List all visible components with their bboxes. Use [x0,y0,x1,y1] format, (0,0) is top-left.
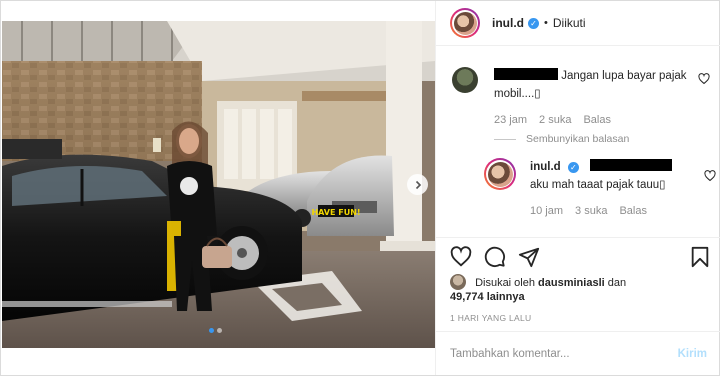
redacted-mention [590,159,673,171]
author-avatar[interactable] [450,8,480,38]
likes-conj: dan [607,277,627,289]
reply-reply-button[interactable]: Balas [619,202,647,220]
commenter-avatar[interactable] [452,67,478,93]
hide-replies-button[interactable]: Sembunyikan balasan [494,133,629,145]
plate-text: HAVE FUN! [311,208,360,217]
heart-icon[interactable] [698,73,710,85]
heart-icon[interactable] [450,246,472,268]
verified-icon: ✓ [528,17,539,29]
chevron-right-icon [415,180,421,189]
post-comment-button[interactable]: Kirim [678,348,707,360]
liker-username[interactable]: dausminiasli [538,277,605,289]
reply-time[interactable]: 10 jam [530,202,563,220]
reply-likes[interactable]: 3 suka [575,202,607,220]
heart-icon[interactable] [704,170,716,182]
carousel-indicator [209,328,222,333]
reply-avatar[interactable] [484,158,516,190]
comment-time[interactable]: 23 jam [494,111,527,129]
post-photo[interactable]: HAVE FUN! [2,21,435,348]
comment-likes[interactable]: 2 suka [539,111,571,129]
liker-avatar[interactable] [450,274,466,290]
comment-reply-button[interactable]: Balas [583,111,611,129]
photo-scene: HAVE FUN! [2,21,435,348]
redacted-username [494,68,558,80]
verified-icon: ✓ [567,162,579,173]
share-icon[interactable] [518,246,540,268]
reply-text: aku mah taaat pajak tauu▯ [530,179,666,191]
likes-summary: Disukai oleh dausminiasli dan 49,774 lai… [450,274,710,304]
separator: • [544,17,548,29]
comment-icon[interactable] [484,246,506,268]
post-timestamp[interactable]: 1 HARI YANG LALU [450,313,532,323]
likes-count[interactable]: 49,774 lainnya [450,291,525,303]
carousel-dot [209,328,214,333]
reply-username[interactable]: inul.d [530,161,561,173]
post-side-panel: inul.d ✓ • Diikuti Jangan lupa bayar paj… [435,1,720,375]
comment-input[interactable] [450,348,678,360]
comment-composer: Kirim [436,331,720,376]
next-photo-button[interactable] [407,174,428,195]
carousel-dot [217,328,222,333]
author-username[interactable]: inul.d [492,16,524,30]
post-header: inul.d ✓ • Diikuti [436,1,720,46]
hide-replies-label: Sembunyikan balasan [526,133,630,145]
bookmark-icon[interactable] [690,246,710,268]
likes-prefix: Disukai oleh [475,277,535,289]
post-dialog: HAVE FUN! inul.d ✓ • Diikuti Jangan lupa… [0,0,720,376]
follow-state-button[interactable]: Diikuti [553,16,586,30]
